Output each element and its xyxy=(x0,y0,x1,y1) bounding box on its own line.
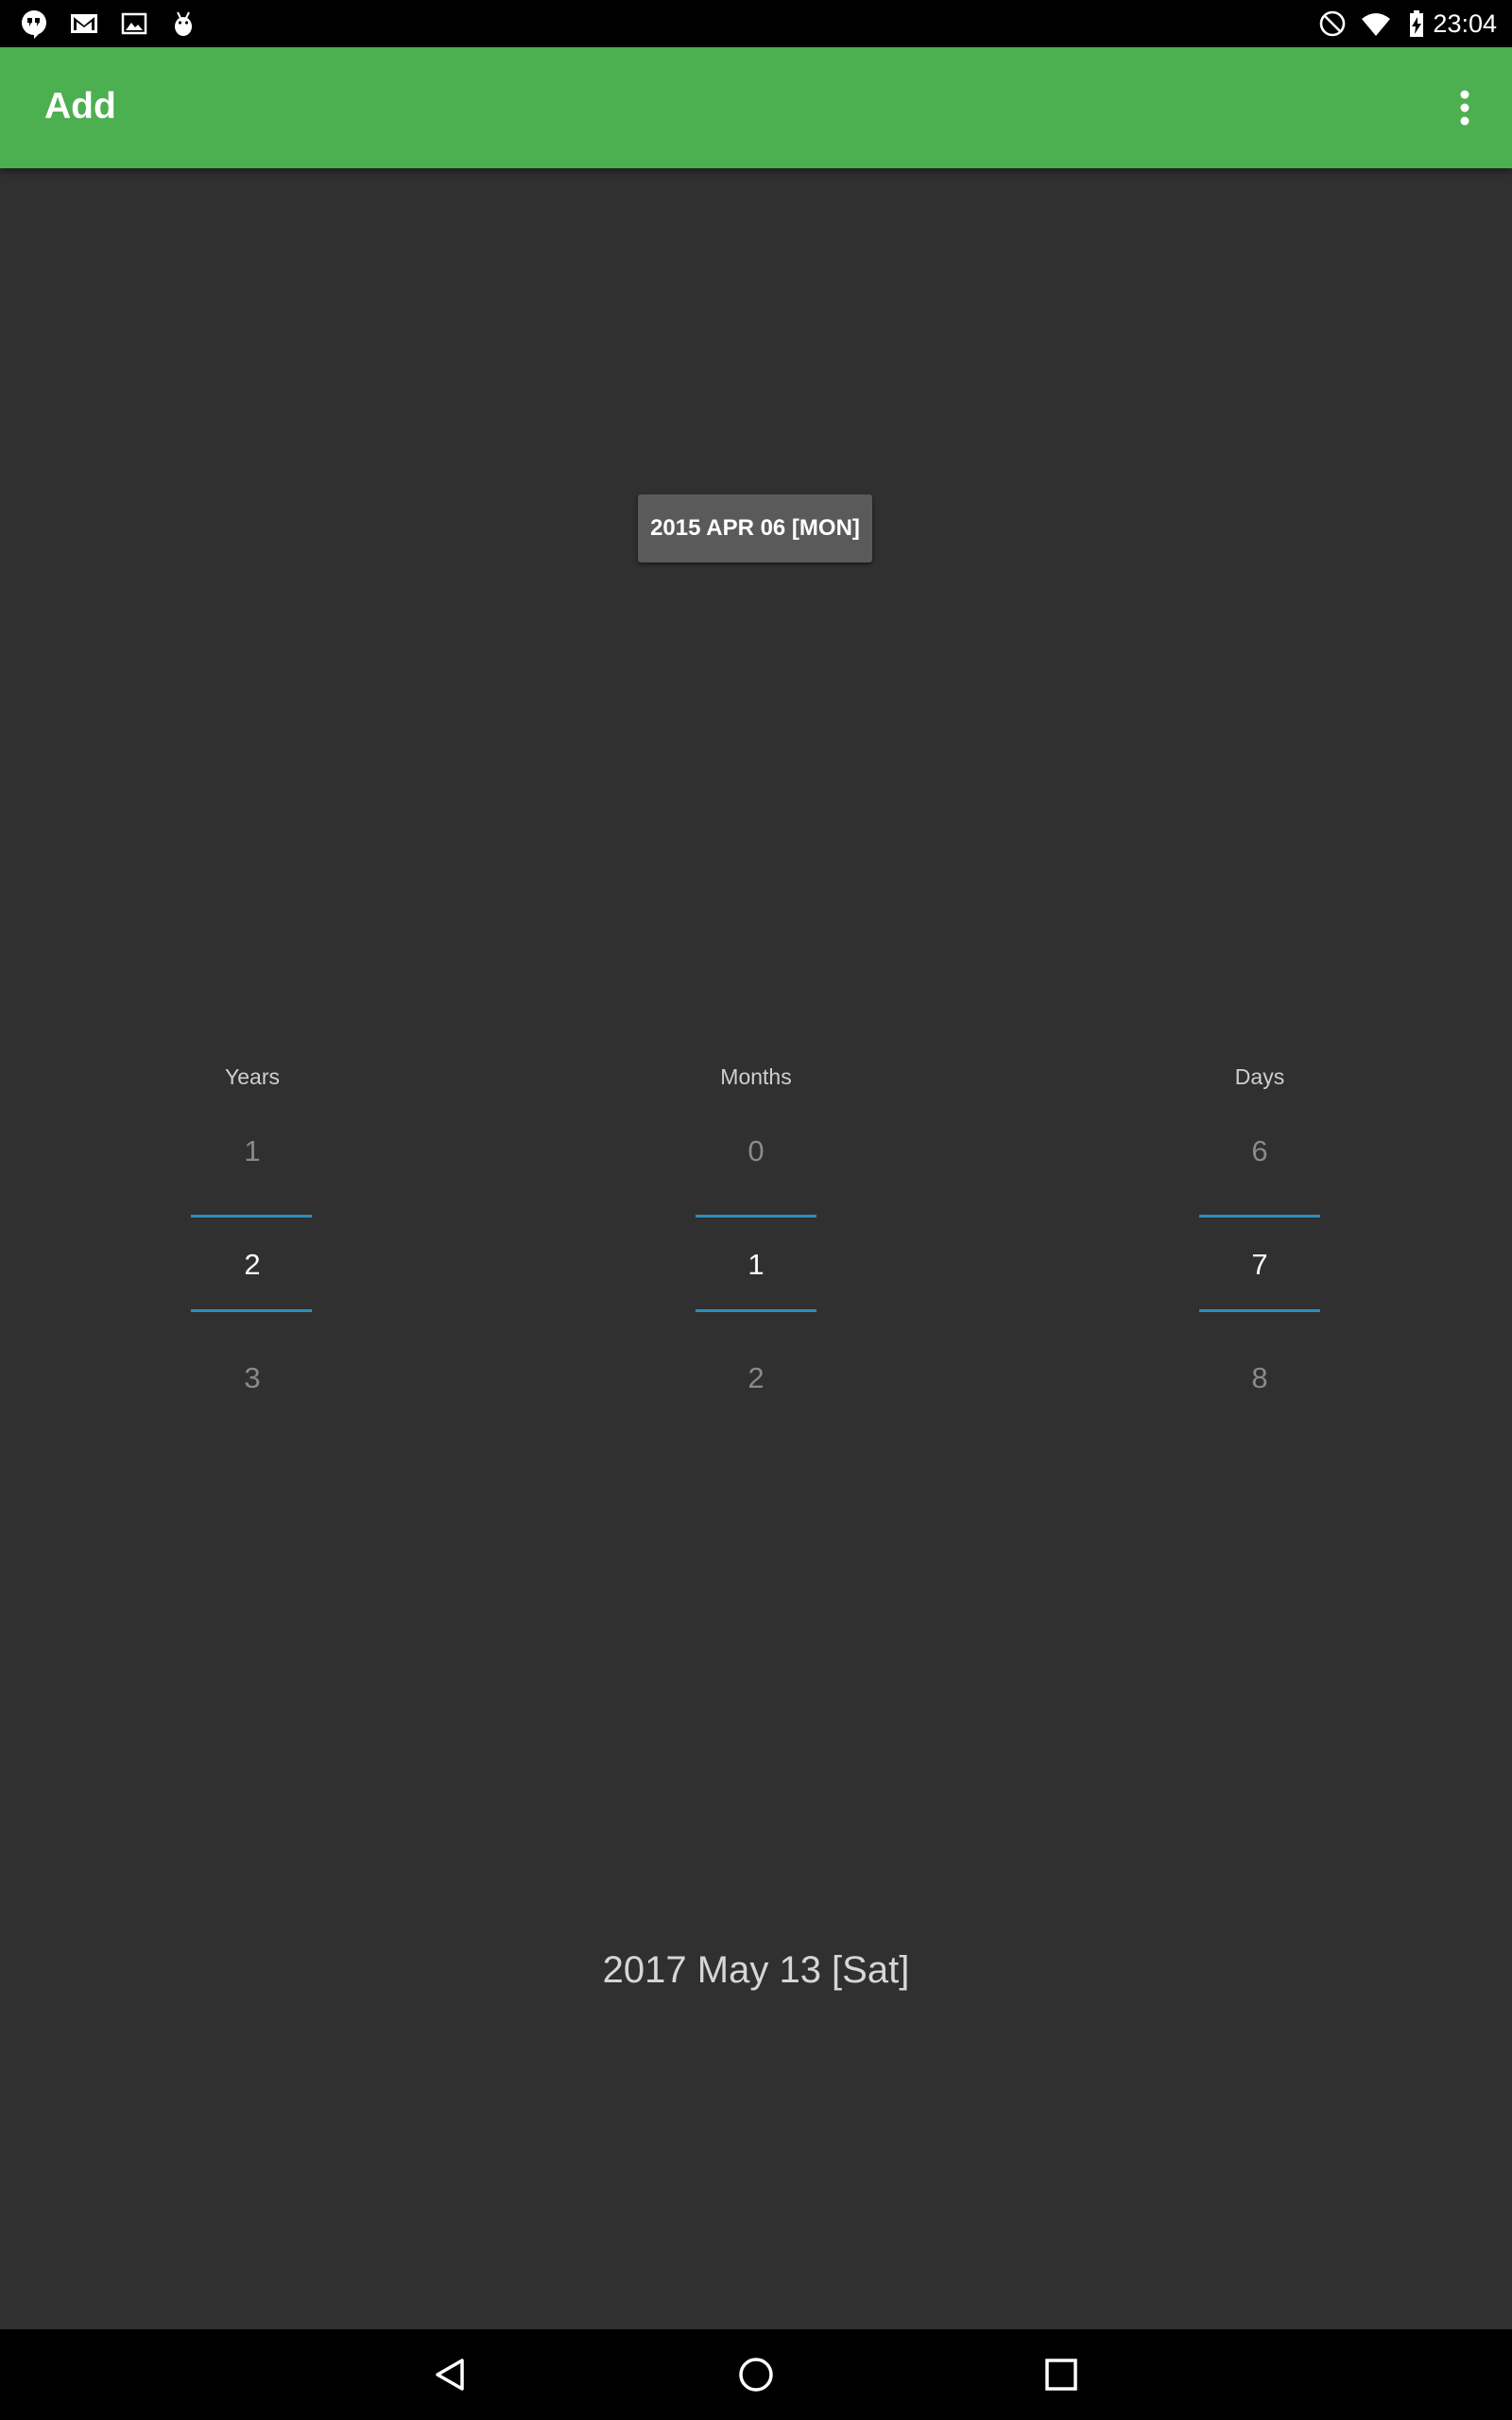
months-selected-value[interactable]: 1 xyxy=(643,1246,869,1284)
months-picker[interactable]: Months 0 1 2 xyxy=(643,1059,869,1409)
navigation-bar xyxy=(0,2329,1512,2420)
picker-divider xyxy=(191,1215,312,1218)
android-debug-icon xyxy=(175,11,192,36)
picker-divider xyxy=(696,1309,816,1312)
days-label: Days xyxy=(1234,1064,1285,1089)
overflow-menu-icon[interactable] xyxy=(1438,81,1491,134)
years-label: Years xyxy=(225,1064,280,1089)
days-selected-value[interactable]: 7 xyxy=(1146,1246,1373,1284)
result-date: 2017 May 13 [Sat] xyxy=(602,1949,910,1991)
months-prev-value[interactable]: 0 xyxy=(643,1132,869,1170)
days-prev-value[interactable]: 6 xyxy=(1146,1132,1373,1170)
picker-divider xyxy=(191,1309,312,1312)
months-label: Months xyxy=(720,1064,792,1089)
days-next-value[interactable]: 8 xyxy=(1146,1359,1373,1397)
recents-icon[interactable] xyxy=(1035,2348,1088,2401)
start-date-button[interactable]: 2015 APR 06 [MON] xyxy=(638,494,872,562)
years-next-value[interactable]: 3 xyxy=(139,1359,366,1397)
page-title: Add xyxy=(44,86,116,127)
home-icon[interactable] xyxy=(730,2348,782,2401)
picker-divider xyxy=(1199,1309,1320,1312)
hangouts-icon xyxy=(22,10,46,39)
days-picker[interactable]: Days 6 7 8 xyxy=(1146,1059,1373,1409)
years-selected-value[interactable]: 2 xyxy=(139,1246,366,1284)
do-not-disturb-icon xyxy=(1319,10,1346,37)
wifi-icon xyxy=(1362,13,1390,36)
gmail-icon xyxy=(71,14,97,33)
picker-divider xyxy=(696,1215,816,1218)
picker-divider xyxy=(1199,1215,1320,1218)
months-next-value[interactable]: 2 xyxy=(643,1359,869,1397)
battery-charging-icon xyxy=(1410,10,1423,37)
back-icon[interactable] xyxy=(424,2348,477,2401)
years-picker[interactable]: Years 1 2 3 xyxy=(139,1059,366,1409)
app-bar: Add xyxy=(0,47,1512,168)
clock: 23:04 xyxy=(1433,9,1497,38)
status-bar: 23:04 xyxy=(0,0,1512,47)
years-prev-value[interactable]: 1 xyxy=(139,1132,366,1170)
image-icon xyxy=(121,12,147,35)
